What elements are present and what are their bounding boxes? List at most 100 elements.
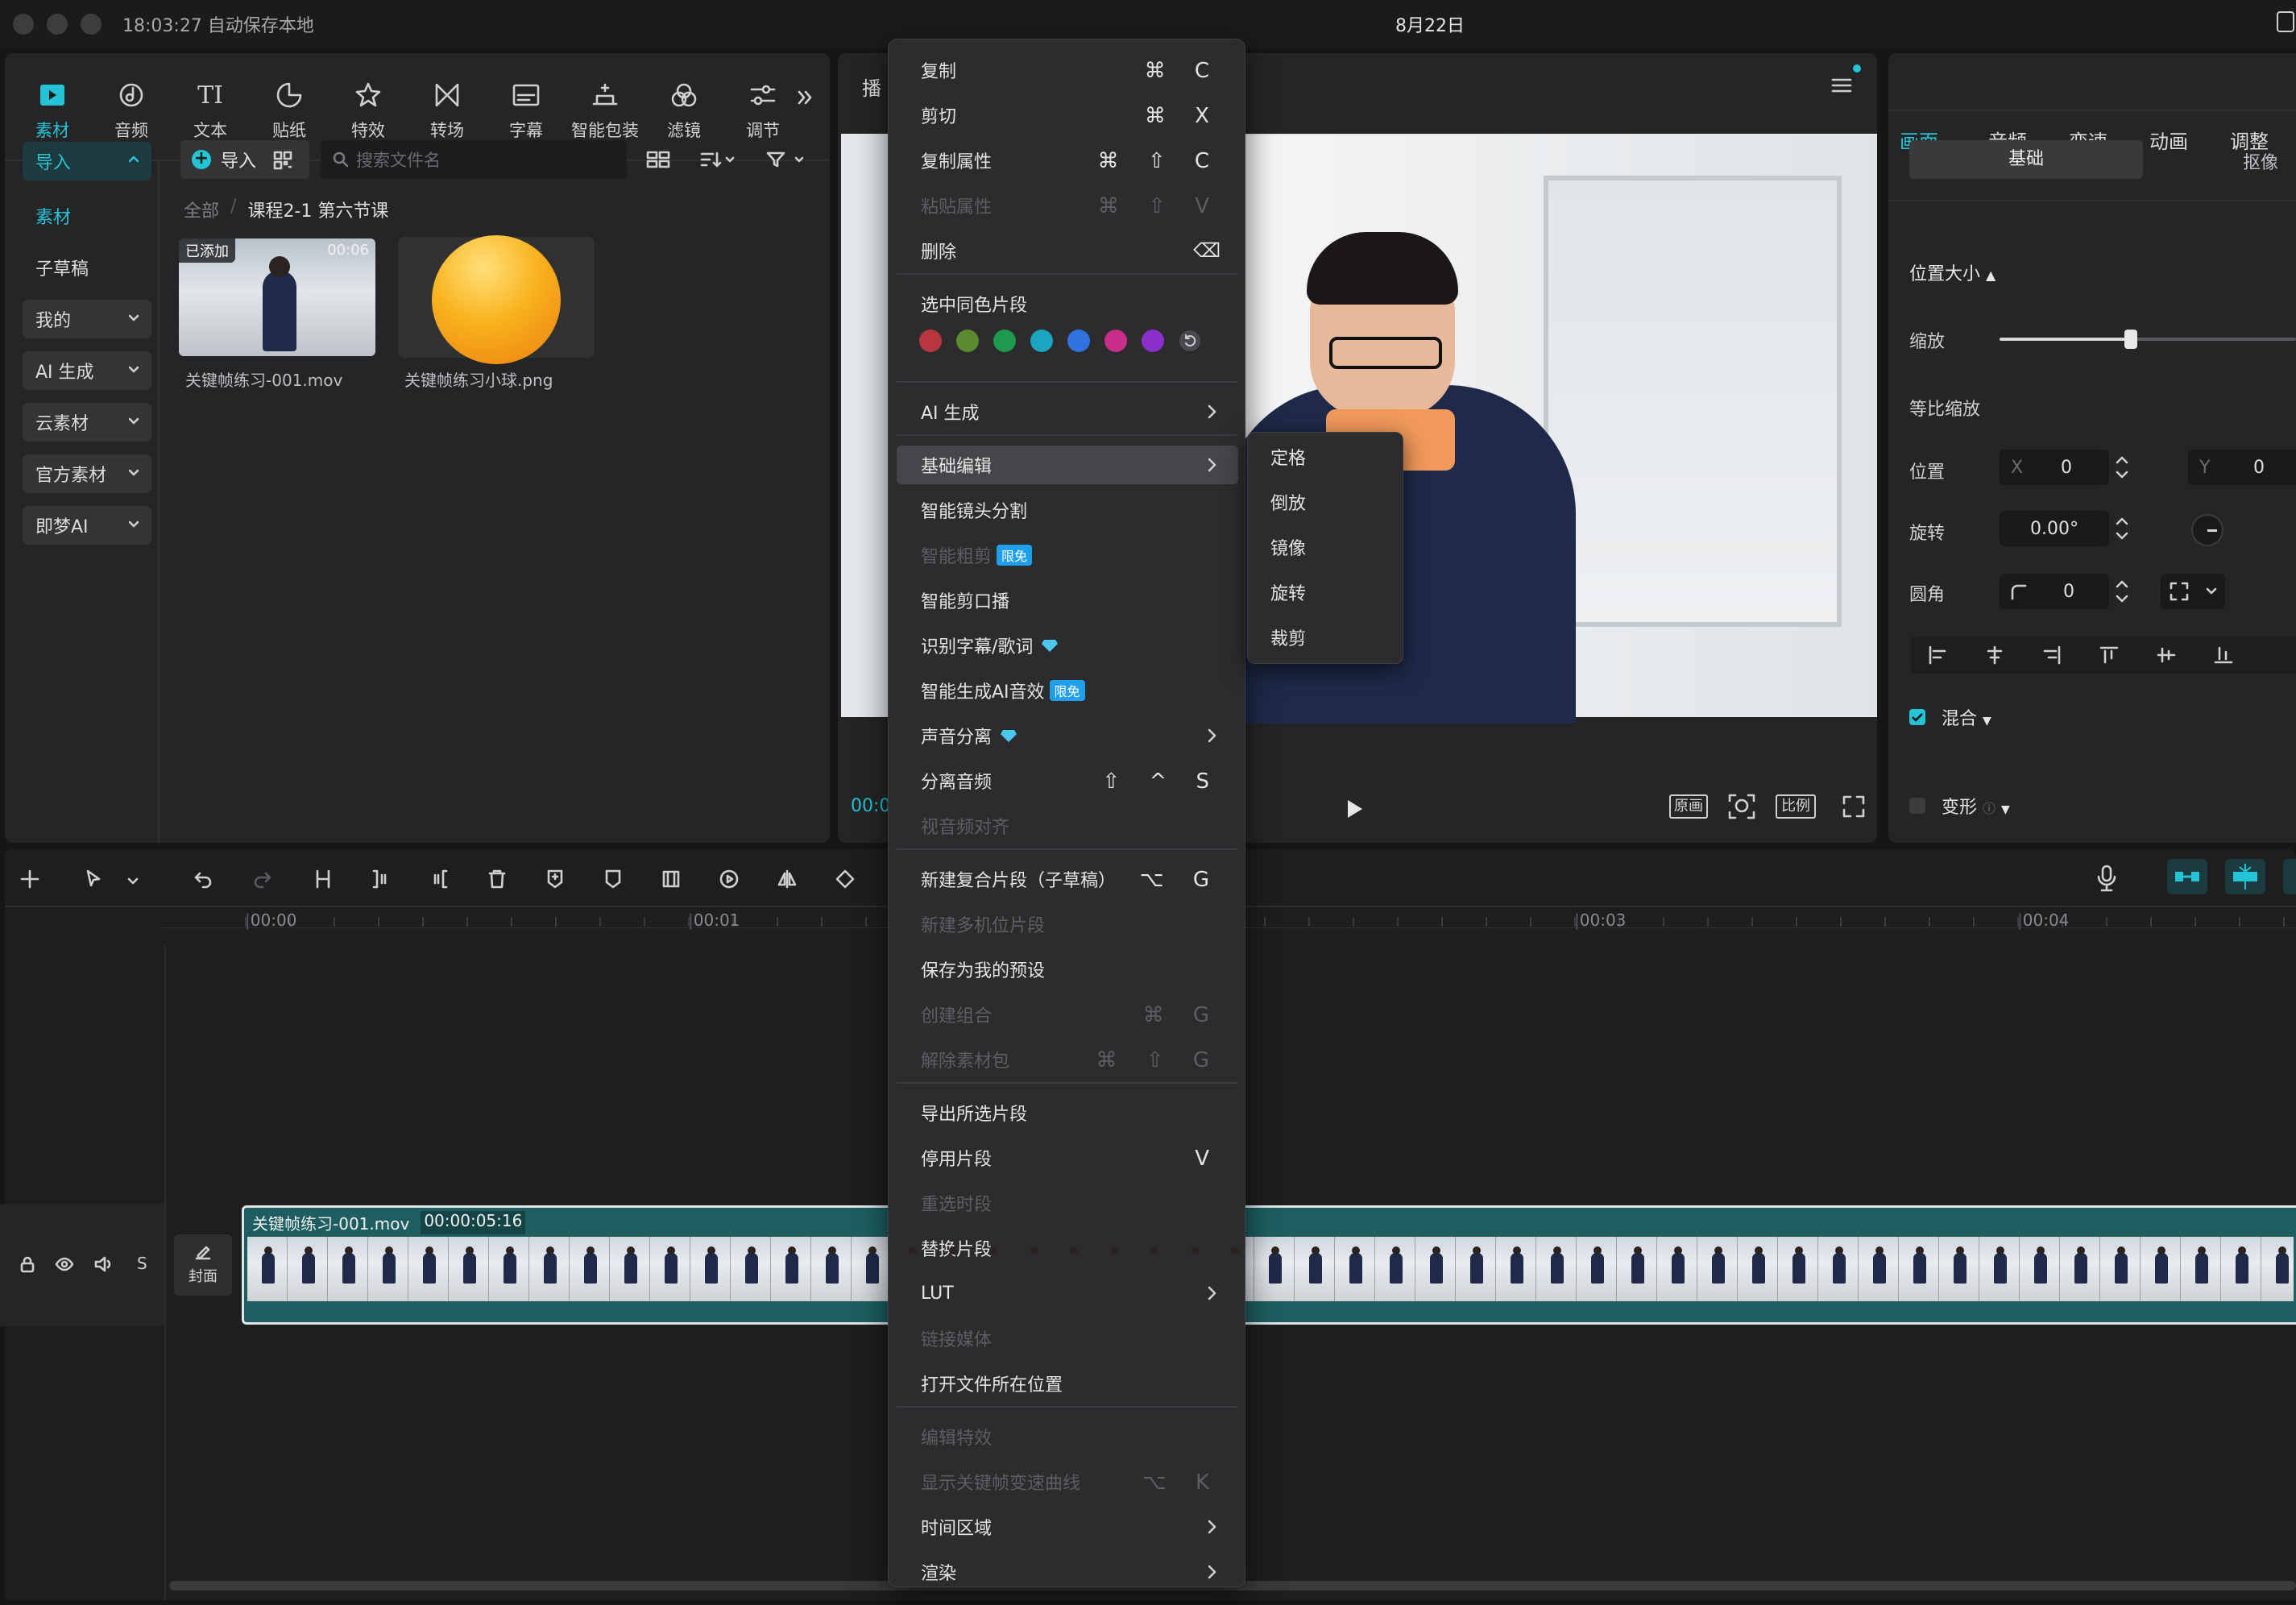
color-swatch-4[interactable] (1067, 330, 1090, 352)
menu-item-new-compound-clip[interactable]: 新建复合片段（子草稿） ⌥ G (897, 860, 1238, 898)
blend-label[interactable]: 混合 ▼ (1942, 704, 1991, 730)
submenu-rotate[interactable]: 旋转 (1270, 579, 1306, 605)
auto-snap-toggle[interactable] (2225, 859, 2265, 894)
layout-icon[interactable] (2277, 11, 2294, 32)
menu-item-render[interactable]: 渲染 (897, 1553, 1238, 1591)
section-position-size[interactable]: 位置大小 ▲ (1909, 259, 1996, 285)
rotate-dial-icon[interactable] (2191, 514, 2223, 546)
menu-item-smart-ai-sfx[interactable]: 智能生成AI音效 限免 (897, 671, 1238, 710)
tool-adjust[interactable]: 调节 (723, 61, 802, 158)
more-tools-icon[interactable] (794, 87, 815, 108)
scale-slider-handle[interactable] (2124, 330, 2138, 349)
menu-item-save-preset[interactable]: 保存为我的预设 (897, 950, 1238, 989)
corner-field[interactable]: 0 (2000, 574, 2109, 609)
marker-add-icon[interactable] (545, 869, 566, 890)
sidebar-item-4[interactable]: AI 生成 (23, 351, 151, 390)
sidebar-item-2[interactable]: 子草稿 (23, 248, 151, 287)
subtab-matting[interactable]: 抠像 (2243, 148, 2278, 174)
menu-item-time-region[interactable]: 时间区域 (897, 1508, 1238, 1546)
track-audio-icon[interactable] (93, 1255, 113, 1273)
sort-icon[interactable] (699, 150, 736, 169)
position-y-field[interactable]: Y 0 (2188, 450, 2296, 485)
zoom-window-button[interactable] (81, 14, 102, 35)
align-hcenter-icon[interactable] (1984, 645, 2005, 666)
ratio-button[interactable]: 比例 (1776, 794, 1816, 819)
color-swatch-5[interactable] (1104, 330, 1127, 352)
corner-mode-dropdown[interactable] (2161, 574, 2225, 609)
speed-icon[interactable] (719, 869, 740, 890)
fullscreen-icon[interactable] (1842, 794, 1866, 819)
transform-checkbox[interactable] (1909, 798, 1925, 814)
track-solo-label[interactable]: S (137, 1254, 147, 1273)
minimize-window-button[interactable] (47, 14, 68, 35)
align-vcenter-icon[interactable] (2156, 645, 2177, 666)
inspector-tab-3[interactable]: 动画 (2149, 126, 2188, 154)
menu-item-voice-separation[interactable]: 声音分离 (897, 716, 1238, 755)
color-swatch-3[interactable] (1030, 330, 1053, 352)
color-swatch-2[interactable] (993, 330, 1016, 352)
player-menu-icon[interactable] (1830, 76, 1853, 95)
menu-item-cut[interactable]: 剪切 ⌘ X (897, 96, 1238, 135)
close-window-button[interactable] (13, 14, 34, 35)
menu-item-replace-clip[interactable]: 替换片段 (897, 1229, 1238, 1267)
menu-item-basic-edit[interactable]: 基础编辑 (897, 446, 1238, 484)
lock-icon[interactable] (19, 1255, 35, 1273)
color-swatch-6[interactable] (1142, 330, 1164, 352)
video-clip[interactable]: 关键帧练习-001.mov 00:00:05:16 (242, 1205, 2296, 1325)
blend-checkbox[interactable] (1909, 709, 1925, 725)
sidebar-item-6[interactable]: 官方素材 (23, 454, 151, 493)
filter-icon[interactable] (765, 150, 806, 169)
rotate-field[interactable]: 0.00° (2000, 511, 2109, 546)
preview-axis-toggle[interactable] (2283, 859, 2296, 894)
scale-slider-track[interactable] (2000, 330, 2296, 349)
menu-item-smart-shot-split[interactable]: 智能镜头分割 (897, 491, 1238, 529)
delete-icon[interactable] (487, 869, 508, 890)
grid-view-icon[interactable] (646, 150, 670, 169)
menu-item-delete[interactable]: 删除 ⌫ (897, 231, 1238, 270)
media-tile-video[interactable]: 已添加 00:06 (179, 238, 375, 356)
rotate-icon[interactable] (835, 869, 856, 890)
mirror-icon[interactable] (777, 869, 798, 890)
split-icon[interactable] (313, 869, 334, 890)
sidebar-item-3[interactable]: 我的 (23, 300, 151, 338)
add-track-icon[interactable] (19, 869, 40, 890)
play-button[interactable] (1344, 798, 1365, 820)
submenu-reverse[interactable]: 倒放 (1270, 489, 1306, 515)
select-pointer-icon[interactable] (84, 869, 105, 890)
import-button[interactable]: + 导入 (180, 140, 309, 179)
menu-item-reveal-in-finder[interactable]: 打开文件所在位置 (897, 1364, 1238, 1403)
align-top-icon[interactable] (2099, 645, 2120, 666)
sidebar-item-1[interactable]: 素材 (23, 197, 151, 235)
undo-icon[interactable] (193, 869, 214, 890)
zoom-fit-icon[interactable] (1727, 793, 1756, 820)
align-right-icon[interactable] (2041, 645, 2062, 666)
visibility-eye-icon[interactable] (55, 1257, 74, 1271)
submenu-mirror[interactable]: 镜像 (1270, 534, 1306, 560)
subtab-basic[interactable]: 基础 (1909, 140, 2143, 179)
freeze-frame-icon[interactable] (661, 869, 682, 890)
submenu-crop[interactable]: 裁剪 (1270, 624, 1306, 650)
sidebar-item-5[interactable]: 云素材 (23, 403, 151, 442)
menu-item-select-same-color[interactable]: 选中同色片段 (897, 284, 1238, 323)
menu-item-copy-attributes[interactable]: 复制属性 ⌘ ⇧ C (897, 141, 1238, 180)
color-swatch-1[interactable] (956, 330, 979, 352)
menu-item-recognize-subtitles[interactable]: 识别字幕/歌词 (897, 626, 1238, 665)
breadcrumb-root[interactable]: 全部 (184, 197, 219, 222)
search-input[interactable]: 搜索文件名 (321, 140, 627, 179)
color-swatch-0[interactable] (919, 330, 942, 352)
menu-item-copy[interactable]: 复制 ⌘ C (897, 51, 1238, 89)
magnet-link-toggle[interactable] (2167, 859, 2207, 894)
media-tile-image[interactable] (398, 235, 595, 364)
pointer-dropdown-icon[interactable] (126, 872, 147, 893)
corner-stepper-icon[interactable] (2114, 575, 2130, 608)
position-x-field[interactable]: X 0 (2000, 450, 2109, 485)
x-stepper-icon[interactable] (2114, 451, 2130, 483)
original-button[interactable]: 原画 (1669, 794, 1708, 819)
align-bottom-icon[interactable] (2213, 645, 2234, 666)
menu-item-disable-clip[interactable]: 停用片段 V (897, 1138, 1238, 1177)
sidebar-item-0[interactable]: 导入 (23, 142, 151, 180)
align-left-icon[interactable] (1927, 645, 1948, 666)
split-right-icon[interactable] (429, 869, 450, 890)
qr-icon[interactable] (272, 150, 293, 171)
menu-item-smart-talk-edit[interactable]: 智能剪口播 (897, 581, 1238, 620)
